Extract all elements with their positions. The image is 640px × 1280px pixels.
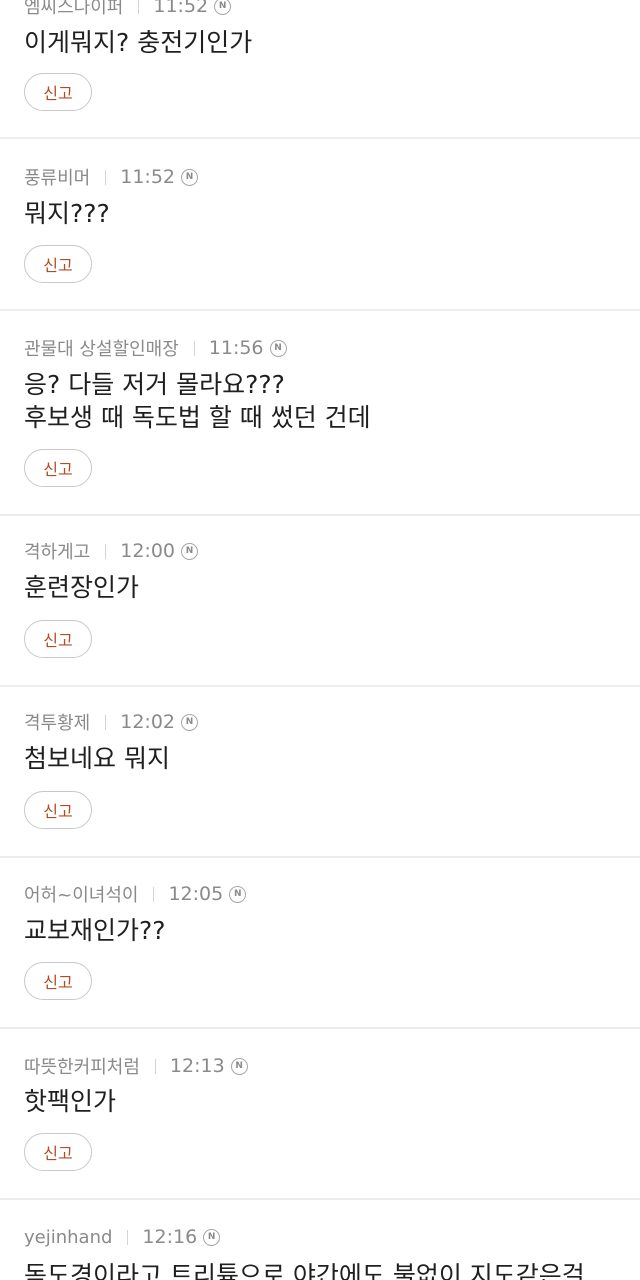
meta-divider [127, 1229, 129, 1245]
comment-text-line: 독도경이라고 트리튬으로 야간에도 불없이 지도같은걸 [24, 1261, 585, 1280]
comment-meta: 따뜻한커피처럼 12:13 N [24, 1054, 248, 1078]
comment-body: 뭐지??? [24, 197, 624, 230]
comment-body: 훈련장인가 [24, 571, 624, 604]
comment-item: 격투황제 12:02 N 첨보네요 뭐지 신고 [0, 687, 640, 858]
comment-author[interactable]: yejinhand [24, 1227, 112, 1248]
comment-time: 12:16 [142, 1226, 198, 1248]
report-button[interactable]: 신고 [24, 962, 92, 1000]
comment-item: 엠씨스나이퍼 11:52 N 이게뭐지? 충전기인가 신고 [0, 0, 640, 139]
new-badge-icon: N [181, 713, 199, 731]
report-button[interactable]: 신고 [24, 449, 92, 487]
comment-time: 11:52 [153, 0, 209, 17]
comment-text-line: 핫팩인가 [24, 1087, 117, 1116]
meta-divider [138, 0, 140, 14]
report-button[interactable]: 신고 [24, 1133, 92, 1171]
new-badge-icon: N [269, 339, 287, 357]
meta-divider [153, 886, 155, 902]
comment-body: 이게뭐지? 충전기인가 [24, 26, 624, 59]
comment-item: 어허~이녀석이 12:05 N 교보재인가?? 신고 [0, 858, 640, 1029]
comment-time: 11:52 [120, 166, 176, 188]
comment-meta: 엠씨스나이퍼 11:52 N [24, 0, 232, 19]
comment-meta: 격투황제 12:02 N [24, 709, 199, 735]
new-badge-icon: N [181, 542, 199, 560]
new-badge-icon: N [214, 0, 232, 15]
comment-author[interactable]: 격투황제 [24, 709, 90, 735]
comment-item: 풍류비머 11:52 N 뭐지??? 신고 [0, 139, 640, 311]
comment-time: 11:56 [208, 337, 264, 359]
comment-author[interactable]: 어허~이녀석이 [24, 881, 138, 907]
comment-text-line: 뭐지??? [24, 199, 110, 228]
new-badge-icon: N [230, 1057, 248, 1075]
comment-text-line: 이게뭐지? 충전기인가 [24, 28, 253, 57]
comment-time: 12:02 [120, 711, 176, 733]
comment-body: 교보재인가?? [24, 914, 624, 947]
comment-author[interactable]: 풍류비머 [24, 164, 90, 190]
meta-divider [105, 714, 107, 730]
comment-meta: 풍류비머 11:52 N [24, 164, 199, 190]
comment-meta: yejinhand 12:16 N [24, 1225, 221, 1249]
report-button[interactable]: 신고 [24, 245, 92, 283]
comment-text-line: 후보생 때 독도법 할 때 썼던 건데 [24, 403, 371, 432]
comment-time: 12:05 [168, 883, 224, 905]
comment-author[interactable]: 따뜻한커피처럼 [24, 1053, 140, 1079]
new-badge-icon: N [181, 168, 199, 186]
comment-author[interactable]: 엠씨스나이퍼 [24, 0, 123, 19]
report-button[interactable]: 신고 [24, 620, 92, 658]
comment-item: 격하게고 12:00 N 훈련장인가 신고 [0, 516, 640, 687]
comment-author[interactable]: 격하게고 [24, 538, 90, 564]
new-badge-icon: N [203, 1228, 221, 1246]
comment-body: 핫팩인가 [24, 1085, 624, 1118]
comment-body: 첨보네요 뭐지 [24, 742, 624, 775]
comment-meta: 관물대 상설할인매장 11:56 N [24, 336, 287, 360]
comment-item: yejinhand 12:16 N 독도경이라고 트리튬으로 야간에도 불없이 … [0, 1200, 640, 1280]
report-button[interactable]: 신고 [24, 73, 92, 111]
comment-author[interactable]: 관물대 상설할인매장 [24, 335, 179, 361]
meta-divider [105, 169, 107, 185]
comment-item: 관물대 상설할인매장 11:56 N 응? 다들 저거 몰라요??? 후보생 때… [0, 311, 640, 516]
meta-divider [105, 543, 107, 559]
comment-item: 따뜻한커피처럼 12:13 N 핫팩인가 신고 [0, 1029, 640, 1200]
meta-divider [193, 340, 195, 356]
comment-body: 독도경이라고 트리튬으로 야간에도 불없이 지도같은걸 [24, 1259, 624, 1280]
comment-meta: 어허~이녀석이 12:05 N [24, 881, 247, 907]
comment-meta: 격하게고 12:00 N [24, 538, 199, 564]
report-button[interactable]: 신고 [24, 791, 92, 829]
comment-text-line: 교보재인가?? [24, 916, 166, 945]
comment-body: 응? 다들 저거 몰라요??? 후보생 때 독도법 할 때 썼던 건데 [24, 368, 624, 434]
comment-text-line: 응? 다들 저거 몰라요??? [24, 370, 285, 399]
comment-text-line: 첨보네요 뭐지 [24, 744, 170, 773]
new-badge-icon: N [229, 885, 247, 903]
comment-time: 12:13 [169, 1055, 225, 1077]
meta-divider [154, 1058, 156, 1074]
comment-time: 12:00 [120, 540, 176, 562]
comment-text-line: 훈련장인가 [24, 573, 140, 602]
